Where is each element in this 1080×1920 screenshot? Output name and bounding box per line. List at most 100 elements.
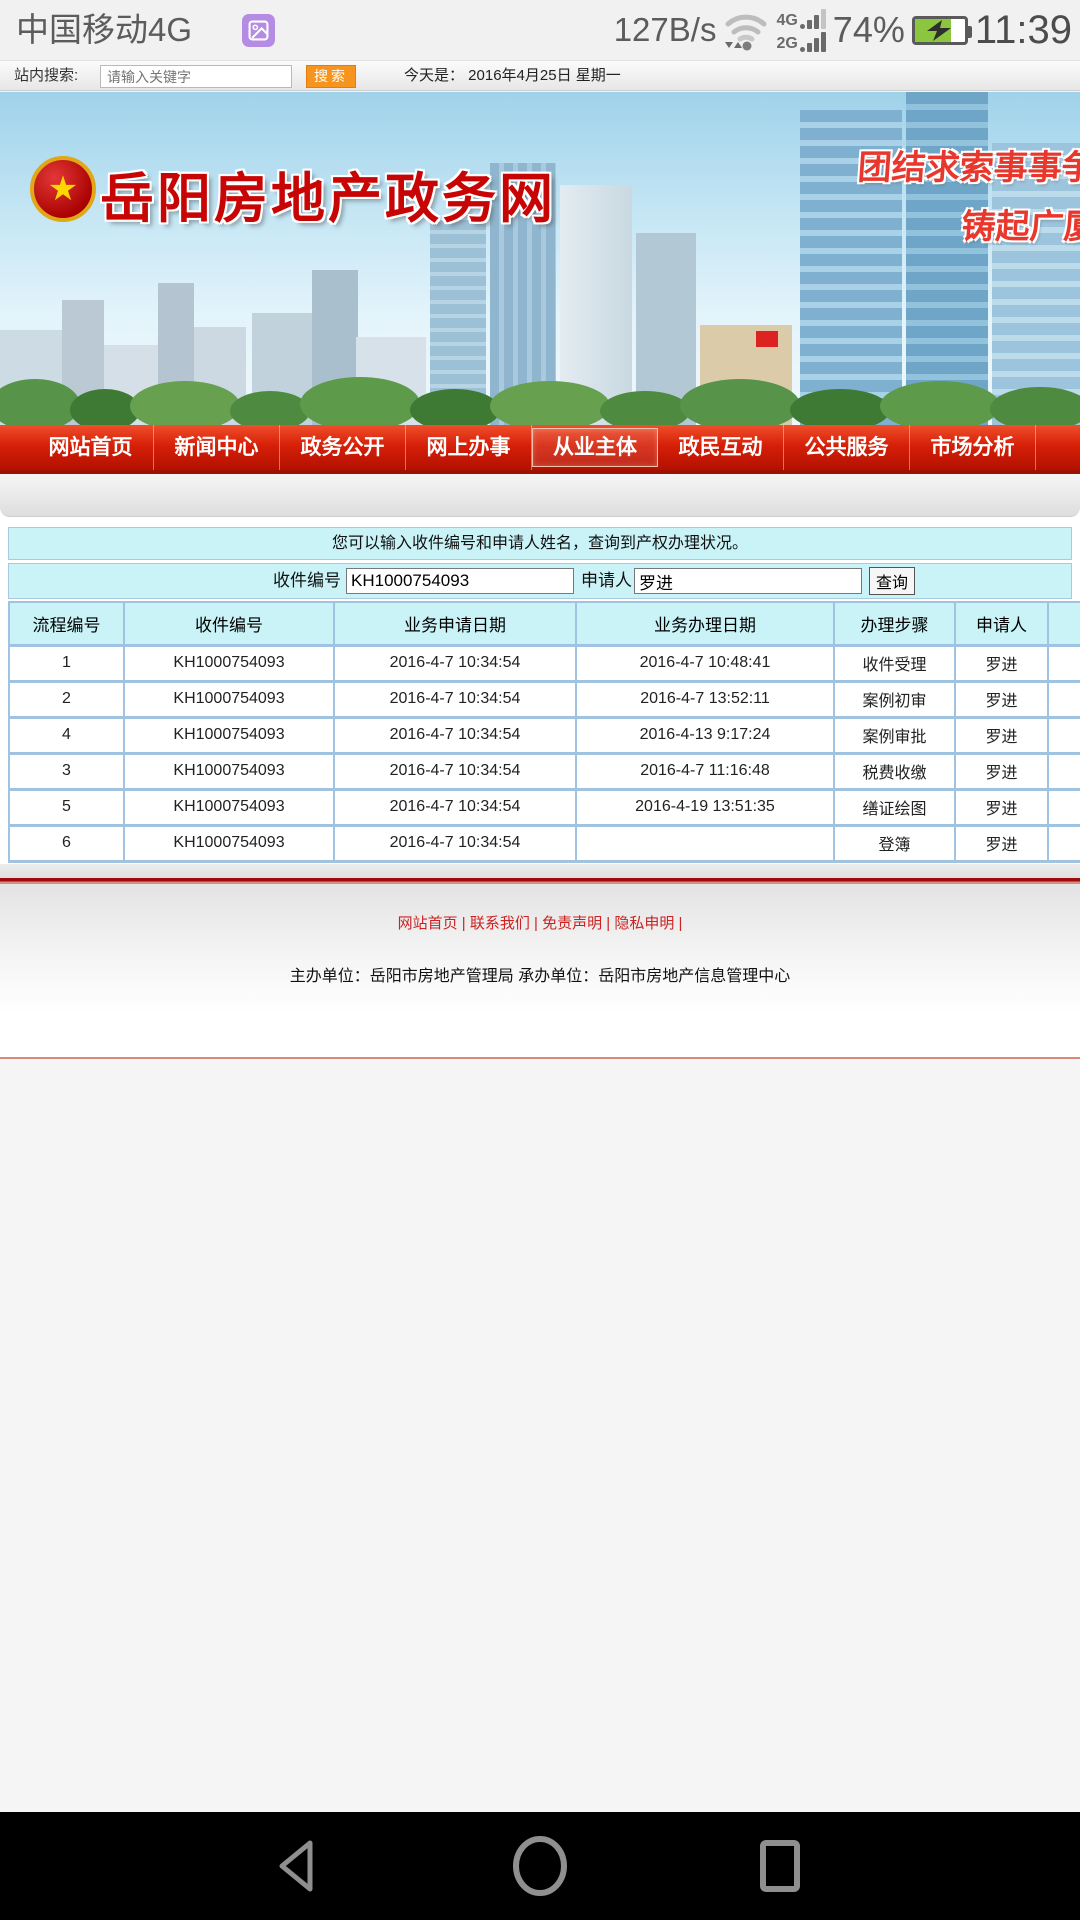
back-icon[interactable] [268, 1836, 328, 1896]
table-cell: 2016-4-13 9:17:24 [576, 717, 834, 753]
footer-link-separator: | [602, 915, 614, 932]
table-header-cell: 流程编号 [9, 602, 124, 645]
secondary-nav-bar [0, 474, 1080, 517]
sim2-signal: 2G [776, 31, 825, 52]
table-cell: 案例初审 [834, 681, 955, 717]
table-header-cell: 办理步骤 [834, 602, 955, 645]
query-submit-button[interactable]: 查询 [869, 567, 915, 595]
table-cell: KH1000754093 [124, 645, 334, 681]
applicant-input[interactable] [634, 568, 862, 594]
table-cell: 罗进 [955, 789, 1048, 825]
empty-page-area [0, 1059, 1080, 1812]
table-cell: 4 [9, 717, 124, 753]
screenshot-notification-icon [242, 14, 275, 47]
table-cell: 登簿 [834, 825, 955, 861]
recents-icon[interactable] [750, 1836, 810, 1896]
table-row: 1KH10007540932016-4-7 10:34:542016-4-7 1… [9, 645, 1080, 681]
table-cell: 收件受理 [834, 645, 955, 681]
receipt-number-input[interactable] [346, 568, 574, 594]
footer-link[interactable]: 隐私申明 [614, 915, 674, 932]
table-wrap: 流程编号收件编号业务申请日期业务办理日期办理步骤申请人 1KH100075409… [8, 601, 1080, 863]
star-icon: ★ [48, 172, 78, 206]
skyline-trees [0, 385, 1080, 425]
table-cell: 2016-4-7 10:34:54 [334, 753, 576, 789]
status-bar-right: 127B/s 4G 2G [614, 0, 1072, 60]
table-cell [576, 825, 834, 861]
nav-item-1[interactable]: 网站首页 [28, 425, 154, 470]
footer: 网站首页 | 联系我们 | 免责声明 | 隐私申明 | 主办单位：岳阳市房地产管… [0, 884, 1080, 1057]
nav-item-4[interactable]: 网上办事 [406, 425, 532, 470]
sim1-signal: 4G [776, 8, 825, 29]
footer-info: 主办单位：岳阳市房地产管理局 承办单位：岳阳市房地产信息管理中心 [0, 962, 1080, 986]
applicant-label: 申请人 [581, 564, 632, 598]
query-hint: 您可以输入收件编号和申请人姓名，查询到产权办理状况。 [8, 527, 1072, 560]
site-search-button[interactable]: 搜索 [306, 65, 356, 88]
picture-icon [248, 20, 269, 41]
table-cell: 2016-4-7 10:34:54 [334, 789, 576, 825]
table-cell: 罗进 [955, 645, 1048, 681]
status-bar: 中国移动4G 127B/s 4G [0, 0, 1080, 60]
national-emblem-logo: ★ [30, 156, 96, 222]
footer-link-separator: | [530, 915, 542, 932]
table-cell: 5 [9, 789, 124, 825]
table-header-cell: 业务申请日期 [334, 602, 576, 645]
site-search-input[interactable] [100, 65, 292, 88]
table-cell: KH1000754093 [124, 753, 334, 789]
skyline-building-sign [756, 331, 778, 347]
table-cell: KH1000754093 [124, 789, 334, 825]
table-cell: 税费收缴 [834, 753, 955, 789]
home-icon[interactable] [510, 1836, 570, 1896]
sim1-network-type: 4G [776, 13, 797, 29]
table-cell: 2016-4-19 13:51:35 [576, 789, 834, 825]
table-row: 3KH10007540932016-4-7 10:34:542016-4-7 1… [9, 753, 1080, 789]
wifi-icon [723, 9, 769, 51]
charging-bolt-icon [915, 19, 965, 42]
nav-item-3[interactable]: 政务公开 [280, 425, 406, 470]
nav-item-6[interactable]: 政民互动 [658, 425, 784, 470]
battery-icon [912, 16, 968, 45]
table-cell: 2016-4-7 10:48:41 [576, 645, 834, 681]
main-nav: 网站首页新闻中心政务公开网上办事从业主体政民互动公共服务市场分析网 [0, 425, 1080, 470]
today-date-text: 今天是： 2016年4月25日 星期一 [404, 61, 621, 91]
table-row: 5KH10007540932016-4-7 10:34:542016-4-19 … [9, 789, 1080, 825]
table-cell: 2016-4-7 10:34:54 [334, 681, 576, 717]
table-cell [1048, 825, 1080, 861]
footer-links: 网站首页 | 联系我们 | 免责声明 | 隐私申明 | [0, 912, 1080, 933]
table-cell: 罗进 [955, 753, 1048, 789]
footer-link-separator: | [458, 915, 470, 932]
android-nav-bar [0, 1812, 1080, 1920]
footer-link[interactable]: 联系我们 [470, 915, 530, 932]
network-speed: 127B/s [614, 11, 717, 49]
table-cell: 罗进 [955, 717, 1048, 753]
table-cell [1048, 645, 1080, 681]
table-cell [1048, 753, 1080, 789]
site-search-label: 站内搜索: [14, 61, 78, 91]
table-cell: 罗进 [955, 681, 1048, 717]
table-row: 2KH10007540932016-4-7 10:34:542016-4-7 1… [9, 681, 1080, 717]
table-cell: 3 [9, 753, 124, 789]
table-cell: 1 [9, 645, 124, 681]
table-cell: 罗进 [955, 825, 1048, 861]
clock: 11:39 [975, 8, 1072, 53]
nav-item-8[interactable]: 市场分析 [910, 425, 1036, 470]
footer-link[interactable]: 免责声明 [542, 915, 602, 932]
receipt-number-label: 收件编号 [273, 564, 341, 598]
slogan-line2: 铸起广厦 [852, 199, 1080, 248]
table-cell [1048, 717, 1080, 753]
table-row: 6KH10007540932016-4-7 10:34:54登簿罗进 [9, 825, 1080, 861]
battery-percent: 74% [833, 9, 905, 51]
carrier-label: 中国移动4G [16, 0, 192, 60]
table-cell: 缮证绘图 [834, 789, 955, 825]
table-header-cell: 收件编号 [124, 602, 334, 645]
table-cell: 2016-4-7 10:34:54 [334, 717, 576, 753]
nav-item-5[interactable]: 从业主体 [532, 428, 658, 467]
footer-link[interactable]: 网站首页 [398, 915, 458, 932]
nav-item-9[interactable]: 网 [1036, 425, 1080, 470]
slogan-line1: 团结求索事事争 [856, 140, 1080, 189]
nav-item-7[interactable]: 公共服务 [784, 425, 910, 470]
nav-item-2[interactable]: 新闻中心 [154, 425, 280, 470]
phone-screen: 中国移动4G 127B/s 4G [0, 0, 1080, 1920]
table-cell [1048, 789, 1080, 825]
table-cell: 2016-4-7 13:52:11 [576, 681, 834, 717]
table-cell: KH1000754093 [124, 681, 334, 717]
